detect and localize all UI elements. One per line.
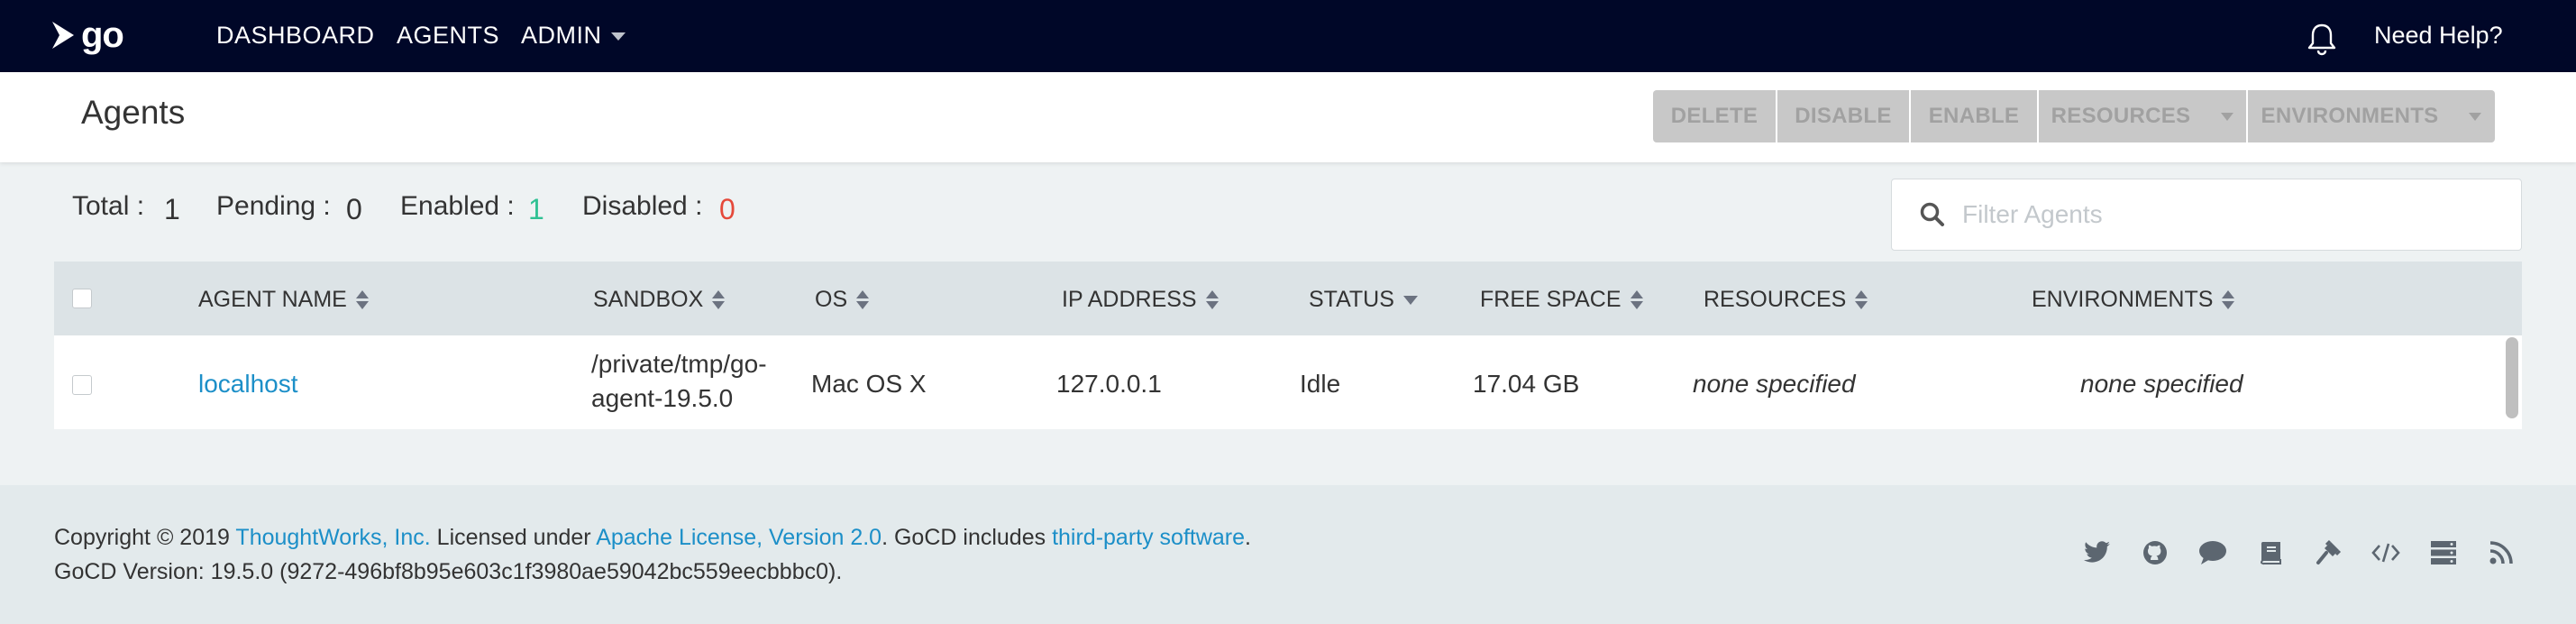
thoughtworks-link[interactable]: ThoughtWorks, Inc.	[235, 525, 430, 550]
nav-dashboard[interactable]: DASHBOARD	[216, 22, 375, 50]
enable-button[interactable]: ENABLE	[1911, 90, 2037, 142]
column-label: STATUS	[1309, 287, 1394, 312]
agent-action-buttons: DELETE DISABLE ENABLE RESOURCES ENVIRONM…	[1653, 90, 2495, 142]
agent-name-link[interactable]: localhost	[198, 370, 298, 399]
ip-address-cell: 127.0.0.1	[1056, 370, 1162, 398]
agents-table: AGENT NAME SANDBOX OS IP ADDRESS STATUS …	[54, 262, 2522, 429]
sort-icon	[1630, 290, 1643, 309]
filter-agents-box	[1891, 179, 2522, 251]
search-icon	[1920, 202, 1944, 226]
logo-text: go	[81, 14, 124, 55]
bell-icon[interactable]	[2306, 22, 2338, 56]
github-icon[interactable]	[2140, 537, 2170, 568]
status-cell: Idle	[1300, 370, 1341, 398]
includes-text: . GoCD includes	[882, 525, 1053, 550]
footer: Copyright © 2019 ThoughtWorks, Inc. Lice…	[0, 485, 2576, 624]
footer-icons	[2082, 537, 2517, 568]
disabled-count: 0	[719, 193, 735, 225]
column-sandbox[interactable]: SANDBOX	[593, 287, 726, 313]
pending-label: Pending :	[216, 191, 331, 221]
column-label: RESOURCES	[1704, 287, 1847, 312]
version-line: GoCD Version: 19.5.0 (9272-496bf8b95e603…	[54, 559, 843, 584]
top-navigation: go DASHBOARD AGENTS ADMIN Need Help?	[0, 0, 2576, 72]
filter-agents-input[interactable]	[1962, 194, 2503, 235]
table-row: localhost /private/tmp/go- agent-19.5.0 …	[54, 335, 2502, 429]
resources-button-label: RESOURCES	[2051, 104, 2191, 128]
column-label: AGENT NAME	[198, 287, 347, 312]
nav-agents[interactable]: AGENTS	[397, 22, 499, 50]
twitter-icon[interactable]	[2082, 537, 2113, 568]
column-label: SANDBOX	[593, 287, 704, 312]
environments-dropdown-button[interactable]: ENVIRONMENTS	[2248, 90, 2495, 142]
sandbox-line2: agent-19.5.0	[591, 384, 734, 412]
caret-down-icon	[2221, 112, 2234, 121]
chat-icon[interactable]	[2197, 537, 2228, 568]
server-icon[interactable]	[2428, 537, 2459, 568]
table-scrollbar[interactable]	[2502, 335, 2522, 429]
column-resources[interactable]: RESOURCES	[1704, 287, 1868, 313]
scrollbar-thumb[interactable]	[2506, 337, 2518, 418]
sort-icon	[2222, 290, 2235, 309]
total-count: 1	[164, 193, 180, 225]
column-os[interactable]: OS	[815, 287, 870, 313]
resources-dropdown-button[interactable]: RESOURCES	[2039, 90, 2246, 142]
sort-icon	[856, 290, 870, 309]
nav-admin-label: ADMIN	[521, 22, 602, 49]
play-logo-icon	[52, 22, 74, 49]
column-label: IP ADDRESS	[1062, 287, 1197, 312]
sort-desc-icon	[1402, 295, 1418, 305]
resources-cell: none specified	[1693, 370, 1856, 398]
need-help-link[interactable]: Need Help?	[2374, 22, 2503, 50]
nav-admin[interactable]: ADMIN	[521, 22, 626, 50]
free-space-cell: 17.04 GB	[1473, 370, 1580, 398]
rss-icon[interactable]	[2486, 537, 2517, 568]
environments-cell: none specified	[2080, 370, 2243, 398]
copyright-prefix: Copyright © 2019	[54, 525, 236, 550]
copyright-line: Copyright © 2019 ThoughtWorks, Inc. Lice…	[54, 525, 1251, 551]
enabled-count: 1	[528, 193, 544, 225]
third-party-link[interactable]: third-party software	[1052, 525, 1245, 550]
sandbox-line1: /private/tmp/go-	[591, 350, 767, 378]
environments-button-label: ENVIRONMENTS	[2261, 104, 2439, 128]
code-icon[interactable]	[2370, 537, 2401, 568]
sort-icon	[355, 290, 369, 309]
period-text: .	[1245, 525, 1251, 550]
page-title: Agents	[81, 94, 186, 131]
column-label: FREE SPACE	[1480, 287, 1621, 312]
sort-icon	[1855, 290, 1868, 309]
book-icon[interactable]	[2255, 537, 2286, 568]
disable-button[interactable]: DISABLE	[1777, 90, 1909, 142]
column-label: OS	[815, 287, 848, 312]
licensed-text: Licensed under	[430, 525, 597, 550]
select-all-checkbox[interactable]	[72, 289, 92, 308]
page-header: Agents DELETE DISABLE ENABLE RESOURCES E…	[0, 72, 2576, 162]
column-status[interactable]: STATUS	[1309, 287, 1418, 313]
column-ip-address[interactable]: IP ADDRESS	[1062, 287, 1219, 313]
caret-down-icon	[2469, 112, 2482, 121]
plugin-icon[interactable]	[2313, 537, 2343, 568]
column-agent-name[interactable]: AGENT NAME	[198, 287, 369, 313]
pending-count: 0	[346, 193, 362, 225]
table-header: AGENT NAME SANDBOX OS IP ADDRESS STATUS …	[54, 262, 2522, 335]
column-environments[interactable]: ENVIRONMENTS	[2032, 287, 2235, 313]
os-cell: Mac OS X	[811, 370, 927, 398]
enabled-label: Enabled :	[400, 191, 515, 221]
caret-down-icon	[610, 32, 626, 41]
total-label: Total :	[72, 191, 145, 221]
gocd-logo[interactable]: go	[50, 14, 132, 55]
column-label: ENVIRONMENTS	[2032, 287, 2214, 312]
disabled-label: Disabled :	[582, 191, 703, 221]
delete-button[interactable]: DELETE	[1653, 90, 1776, 142]
column-free-space[interactable]: FREE SPACE	[1480, 287, 1643, 313]
sort-icon	[1205, 290, 1219, 309]
row-checkbox[interactable]	[72, 375, 92, 395]
sort-icon	[712, 290, 726, 309]
license-link[interactable]: Apache License, Version 2.0	[596, 525, 882, 550]
